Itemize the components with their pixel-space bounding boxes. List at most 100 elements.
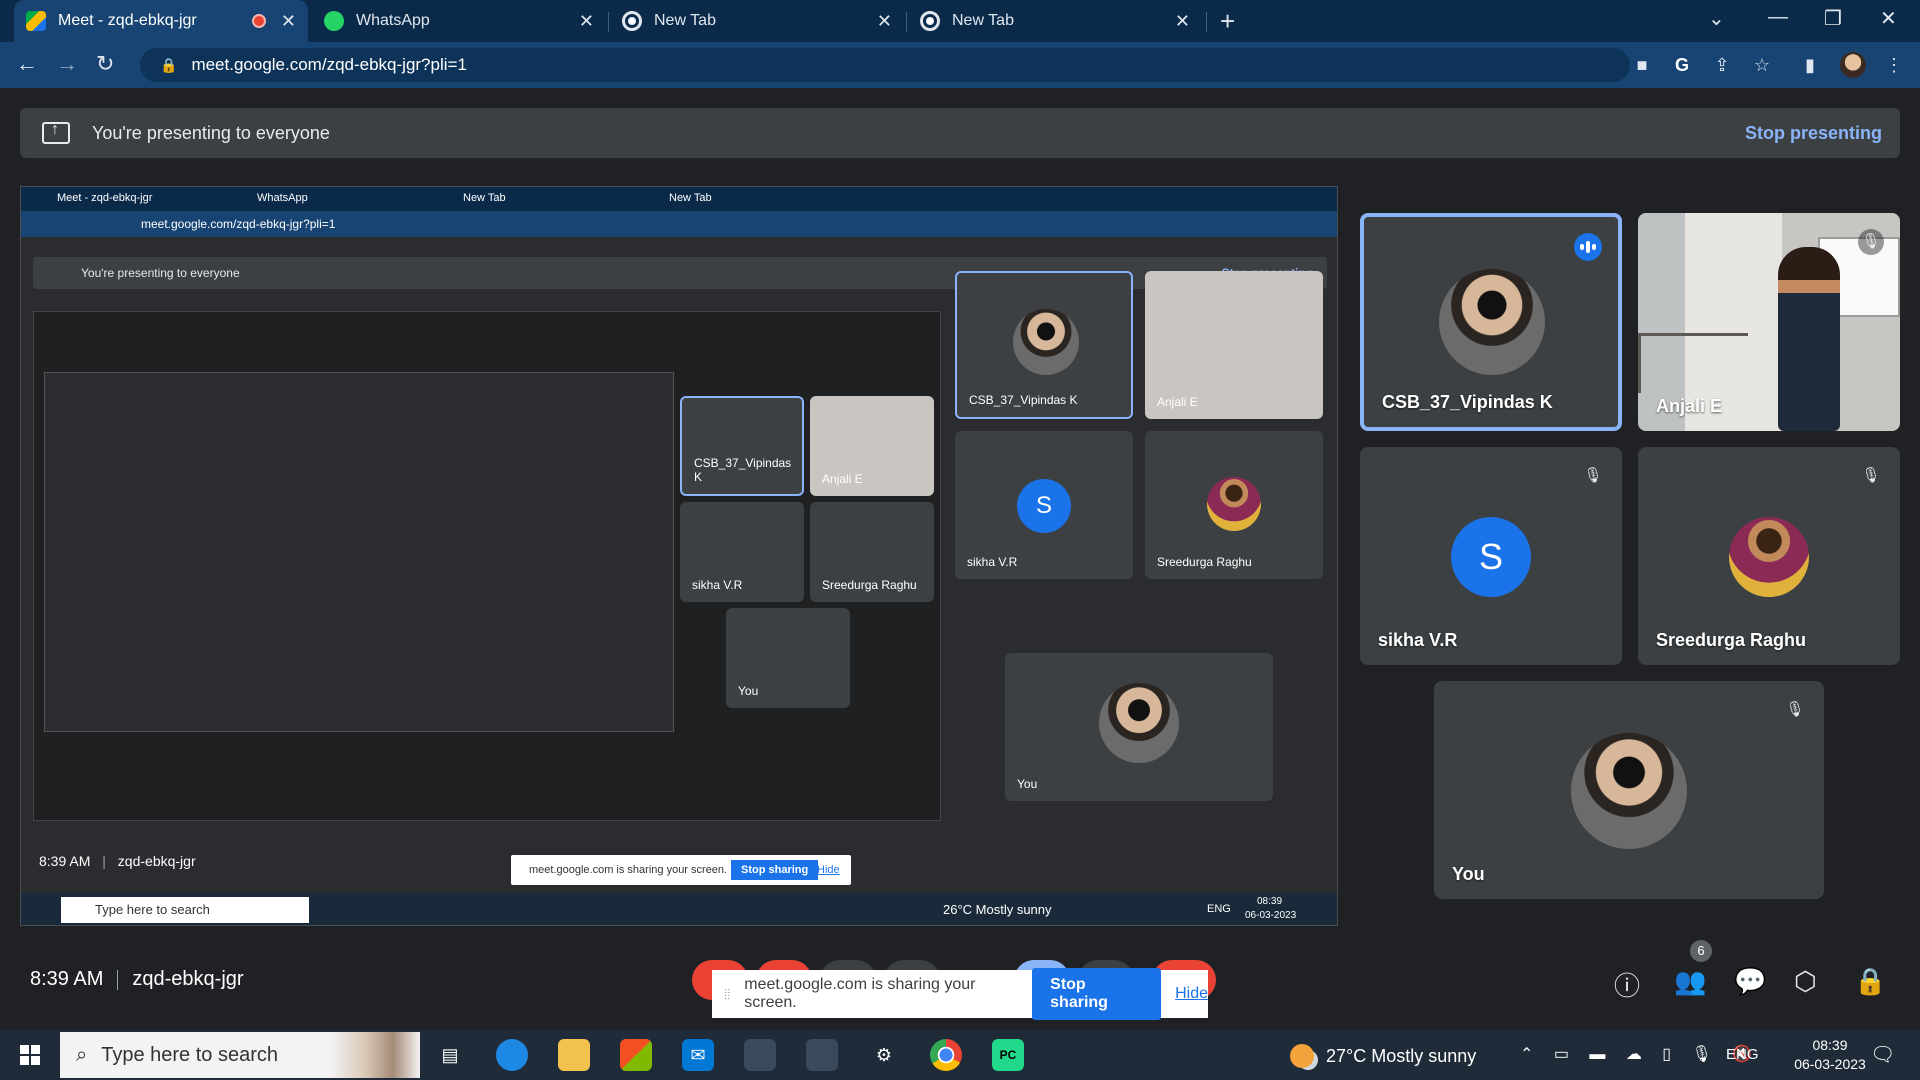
chrome-meet-icon[interactable] bbox=[806, 1039, 838, 1071]
meeting-code: zqd-ebkq-jgr bbox=[132, 968, 244, 990]
shared-weather: 26°C Mostly sunny bbox=[943, 902, 1052, 917]
mic-off-icon: 🎙 bbox=[1861, 467, 1881, 484]
file-explorer-icon[interactable] bbox=[558, 1039, 590, 1071]
shared-avatar bbox=[1207, 477, 1261, 531]
tab-divider bbox=[608, 12, 609, 32]
shared-lang: ENG bbox=[1207, 903, 1231, 915]
tab-meet[interactable]: Meet - zqd-ebkq-jgr ✕ bbox=[14, 0, 308, 42]
tab-whatsapp[interactable]: WhatsApp ✕ bbox=[312, 0, 606, 42]
participant-name: You bbox=[1452, 864, 1485, 884]
mic-off-icon: 🎙 bbox=[1583, 467, 1603, 484]
participant-tile-you[interactable]: 🎙 You bbox=[1434, 681, 1824, 899]
participant-tile-vipindas[interactable]: CSB_37_Vipindas K bbox=[1360, 213, 1622, 431]
shared-tile: CSB_37_Vipindas K bbox=[955, 271, 1133, 419]
stop-sharing-button[interactable]: Stop sharing bbox=[1032, 968, 1162, 1020]
avatar bbox=[1571, 733, 1687, 849]
sharing-notice-text: meet.google.com is sharing your screen. bbox=[744, 976, 976, 1011]
shared-tile: Sreedurga Raghu bbox=[1145, 431, 1323, 579]
drag-handle-icon[interactable]: ⦙⦙ bbox=[724, 986, 730, 1003]
windows-taskbar: ⌕ Type here to search ▤ ✉ ⚙ PC 27°C Most… bbox=[0, 1030, 1920, 1080]
close-icon[interactable]: ✕ bbox=[877, 11, 892, 32]
avatar bbox=[1439, 269, 1545, 375]
side-panel-icon[interactable]: ▮ bbox=[1800, 55, 1820, 75]
restore-icon[interactable]: ❐ bbox=[1824, 6, 1842, 31]
meeting-details-icon[interactable]: ⓘ bbox=[1614, 966, 1640, 1003]
speaking-indicator-icon bbox=[1574, 233, 1602, 261]
shared-tile: You bbox=[726, 608, 850, 708]
shared-meeting-code: zqd-ebkq-jgr bbox=[117, 853, 196, 869]
participant-tile-anjali[interactable]: 🎙 Anjali E bbox=[1638, 213, 1900, 431]
nested-screen-capture: CSB_37_Vipindas K Anjali E sikha V.R Sre… bbox=[33, 311, 941, 821]
system-date: 06-03-2023 bbox=[1794, 1056, 1866, 1072]
profile-avatar[interactable] bbox=[1840, 52, 1866, 78]
address-bar[interactable]: 🔒 meet.google.com/zqd-ebkq-jgr?pli=1 bbox=[140, 48, 1630, 82]
shared-tile: CSB_37_Vipindas K bbox=[680, 396, 804, 496]
system-time: 08:39 bbox=[1812, 1037, 1848, 1053]
tab-new-tab-2[interactable]: New Tab ✕ bbox=[908, 0, 1202, 42]
tab-divider bbox=[1206, 12, 1207, 32]
shared-hide: Hide bbox=[817, 864, 840, 876]
participant-tile-sikha[interactable]: S 🎙 sikha V.R bbox=[1360, 447, 1622, 665]
system-clock[interactable]: 08:39 06-03-2023 bbox=[1780, 1036, 1880, 1074]
system-tray-icons[interactable]: ⌃ ▭ ▬ ☁ ▯ 🎙 🔇 bbox=[1520, 1044, 1760, 1064]
participant-name: CSB_37_Vipindas K bbox=[1382, 392, 1553, 412]
minimize-icon[interactable]: — bbox=[1768, 6, 1788, 29]
tab-search-chevron-icon[interactable]: ⌄ bbox=[1708, 6, 1725, 31]
recording-icon bbox=[252, 14, 266, 28]
activities-icon[interactable]: ⬡ bbox=[1794, 966, 1817, 997]
participant-count-badge: 6 bbox=[1690, 940, 1712, 962]
weather-sun-icon bbox=[1290, 1044, 1314, 1068]
chat-icon[interactable]: 💬 bbox=[1734, 966, 1766, 997]
tab-title: New Tab bbox=[654, 12, 716, 29]
hide-button[interactable]: Hide bbox=[1175, 985, 1208, 1003]
clock-separator bbox=[117, 969, 119, 990]
people-icon[interactable]: 👥 bbox=[1674, 966, 1706, 997]
notification-center-icon[interactable]: 🗨 bbox=[1870, 1042, 1895, 1067]
chrome-profile-icon[interactable] bbox=[744, 1039, 776, 1071]
kebab-menu-icon[interactable]: ⋮ bbox=[1884, 55, 1904, 75]
video-person bbox=[1778, 247, 1840, 431]
store-icon[interactable] bbox=[620, 1039, 652, 1071]
shared-date: 06-03-2023 bbox=[1245, 910, 1297, 921]
mail-icon[interactable]: ✉ bbox=[682, 1039, 714, 1071]
reload-icon[interactable]: ↻ bbox=[96, 51, 114, 77]
shared-address-bar: meet.google.com/zqd-ebkq-jgr?pli=1 bbox=[21, 211, 1337, 237]
chrome-icon[interactable] bbox=[930, 1039, 962, 1071]
edge-icon[interactable] bbox=[496, 1039, 528, 1071]
shared-time: 08:39 bbox=[1257, 896, 1283, 907]
participant-tile-sreedurga[interactable]: 🎙 Sreedurga Raghu bbox=[1638, 447, 1900, 665]
language-indicator[interactable]: ENG bbox=[1726, 1046, 1759, 1063]
close-icon[interactable]: ✕ bbox=[281, 11, 296, 32]
back-arrow-icon[interactable]: ← bbox=[16, 51, 38, 77]
tab-new-tab-1[interactable]: New Tab ✕ bbox=[610, 0, 904, 42]
close-icon[interactable]: ✕ bbox=[579, 11, 594, 32]
shared-presenting-message: You're presenting to everyone bbox=[81, 266, 240, 280]
browser-tab-strip: Meet - zqd-ebkq-jgr ✕ WhatsApp ✕ New Tab… bbox=[0, 0, 1920, 42]
presenting-message: You're presenting to everyone bbox=[92, 122, 330, 143]
bookmark-star-icon[interactable]: ☆ bbox=[1752, 55, 1772, 75]
close-icon[interactable]: ✕ bbox=[1175, 11, 1190, 32]
taskbar-search-placeholder: Type here to search bbox=[101, 1043, 278, 1066]
shared-meeting-clock: 8:39 AM | zqd-ebkq-jgr bbox=[39, 853, 196, 869]
task-view-icon[interactable]: ▤ bbox=[434, 1039, 466, 1071]
camera-icon[interactable]: ■ bbox=[1632, 55, 1652, 75]
mic-off-icon: 🎙 bbox=[1858, 229, 1884, 255]
window-close-icon[interactable]: ✕ bbox=[1880, 6, 1897, 31]
shared-taskbar: Type here to search 26°C Mostly sunny EN… bbox=[21, 893, 1337, 925]
search-icon: ⌕ bbox=[76, 1043, 88, 1066]
google-icon[interactable]: G bbox=[1672, 55, 1692, 75]
weather-widget[interactable]: 27°C Mostly sunny bbox=[1290, 1044, 1476, 1068]
host-controls-icon[interactable]: 🔒 bbox=[1854, 966, 1886, 997]
windows-start-icon[interactable] bbox=[20, 1045, 40, 1065]
taskbar-search-box[interactable]: ⌕ Type here to search bbox=[60, 1032, 420, 1078]
share-icon[interactable]: ⇪ bbox=[1712, 55, 1732, 75]
participant-name: sikha V.R bbox=[1378, 630, 1458, 650]
forward-arrow-icon[interactable]: → bbox=[56, 51, 78, 77]
shared-tile-name: Anjali E bbox=[1157, 395, 1198, 409]
settings-gear-icon[interactable]: ⚙ bbox=[868, 1039, 900, 1071]
pycharm-icon[interactable]: PC bbox=[992, 1039, 1024, 1071]
stop-presenting-button[interactable]: Stop presenting bbox=[1745, 123, 1882, 144]
shared-avatar: S bbox=[1017, 479, 1071, 533]
new-tab-button[interactable]: + bbox=[1220, 6, 1235, 37]
shared-tile: Anjali E bbox=[1145, 271, 1323, 419]
